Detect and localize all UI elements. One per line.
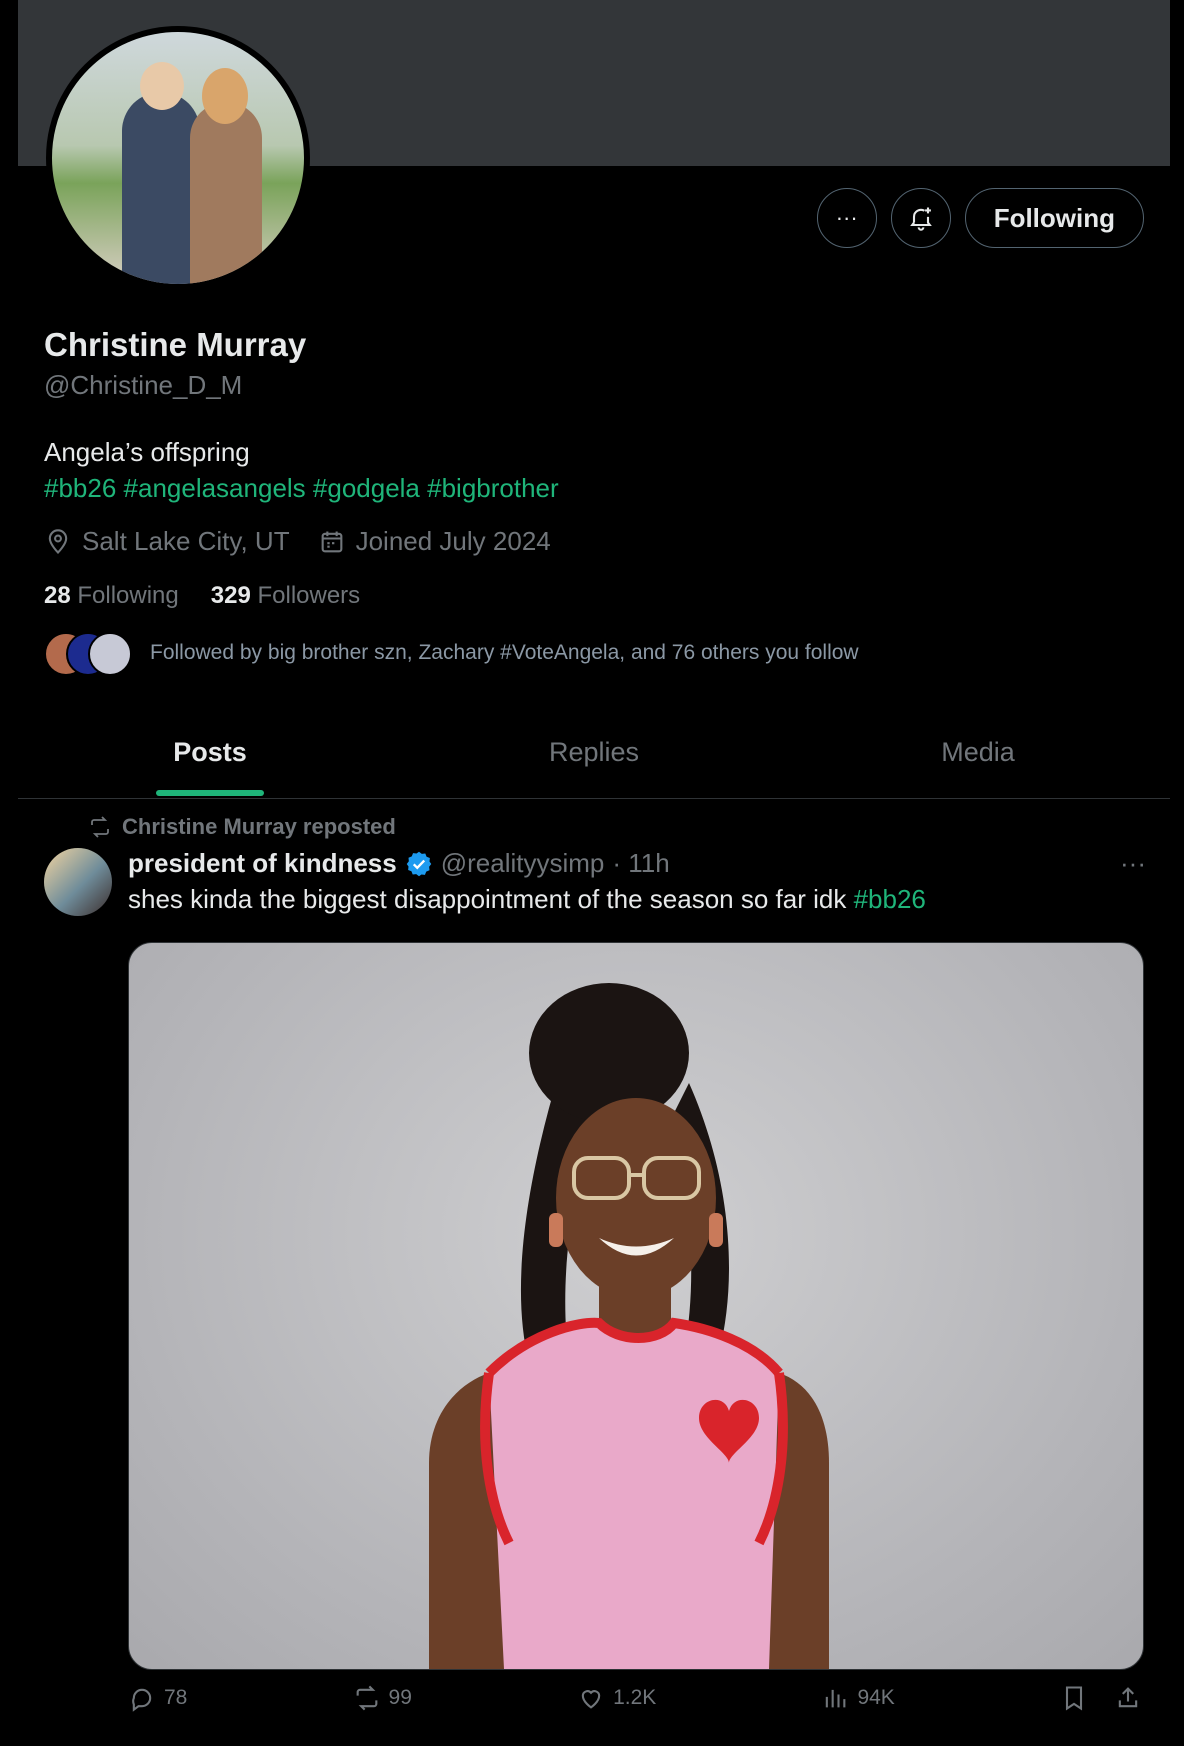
avatar-person-left [122,92,200,284]
following-count: 28 [44,582,71,609]
profile-tabs: Posts Replies Media [18,706,1170,799]
post-author-handle[interactable]: @realityysimp [441,848,605,879]
followers-count: 329 [210,582,251,609]
profile-meta: Salt Lake City, UT Joined July 2024 [44,526,551,557]
profile-handle: @Christine_D_M [44,370,243,400]
followers-count-link[interactable]: 329 Followers [211,582,360,610]
more-options-button[interactable]: ··· [816,188,877,248]
repost-button[interactable]: 99 [353,1684,412,1712]
post-image[interactable] [128,942,1144,1670]
calendar-icon [321,531,342,552]
repost-icon [91,816,109,838]
join-date-text: Joined July 2024 [355,526,551,556]
tab-posts[interactable]: Posts [18,706,402,798]
post-text: shes kinda the biggest disappointment of… [128,884,926,915]
reply-icon [132,1688,152,1712]
heart-icon [581,1690,601,1709]
followers-label: Followers [257,582,361,609]
mini-avatar [88,632,132,676]
views-button[interactable]: 94K [821,1684,895,1712]
repost-text[interactable]: Christine Murray reposted [122,814,396,840]
avatar-person-right [190,102,262,284]
profile-page: ··· Following Christine Murray @Christin… [18,0,1170,1746]
tab-replies[interactable]: Replies [402,706,786,798]
avatar-person-left-head [140,62,184,110]
verified-badge-icon [406,851,431,876]
repost-icon [356,1685,377,1711]
followed-by-text: Followed by big brother szn, Zachary #Vo… [150,641,859,664]
profile-avatar[interactable] [46,26,310,290]
location: Salt Lake City, UT [44,526,290,557]
follow-counts: 28 Following 329 Followers [44,582,360,610]
tab-media[interactable]: Media [786,706,1170,798]
share-icon[interactable] [1114,1684,1142,1712]
reply-button[interactable]: 78 [128,1684,187,1712]
post-secondary-actions [1060,1684,1142,1712]
following-button[interactable]: Following [964,188,1144,248]
post-author-avatar[interactable] [44,848,112,916]
post-body: shes kinda the biggest disappointment of… [128,884,854,914]
profile-bio: Angela’s offspring #bb26 #angelasangels … [44,434,559,506]
post-header: president of kindness @realityysimp · 11… [128,848,670,879]
location-text: Salt Lake City, UT [82,526,290,556]
profile-name: Christine Murray [44,326,307,363]
location-pin-icon [48,528,68,554]
bell-plus-icon [909,207,932,231]
notifications-button[interactable] [890,188,951,248]
like-count: 1.2K [613,1686,657,1709]
post-time[interactable]: · 11h [612,848,669,879]
post-author-name[interactable]: president of kindness [128,848,397,879]
like-button[interactable]: 1.2K [577,1684,656,1712]
post-actions: 78 99 1.2K 94K [128,1684,1142,1712]
post-hashtag[interactable]: #bb26 [854,884,926,914]
followed-by-avatars [44,632,132,676]
bookmark-icon[interactable] [1060,1684,1088,1712]
view-count: 94K [857,1686,895,1709]
repost-indicator: Christine Murray reposted [88,814,396,840]
following-label: Following [77,582,179,609]
profile-actions: ··· Following [816,188,1144,248]
join-date: Joined July 2024 [318,526,551,557]
repost-count: 99 [388,1686,412,1709]
post-more-icon[interactable]: ··· [1120,848,1146,879]
reply-count: 78 [164,1686,188,1709]
followed-by[interactable]: Followed by big brother szn, Zachary #Vo… [44,632,859,676]
more-icon: ··· [835,205,858,230]
bio-hashtags[interactable]: #bb26 #angelasangels #godgela #bigbrothe… [44,470,559,506]
bio-text: Angela’s offspring [44,437,250,467]
portrait-figure [429,983,829,1669]
analytics-icon [826,1689,846,1708]
following-count-link[interactable]: 28 Following [44,582,179,610]
avatar-person-right-head [202,68,248,124]
